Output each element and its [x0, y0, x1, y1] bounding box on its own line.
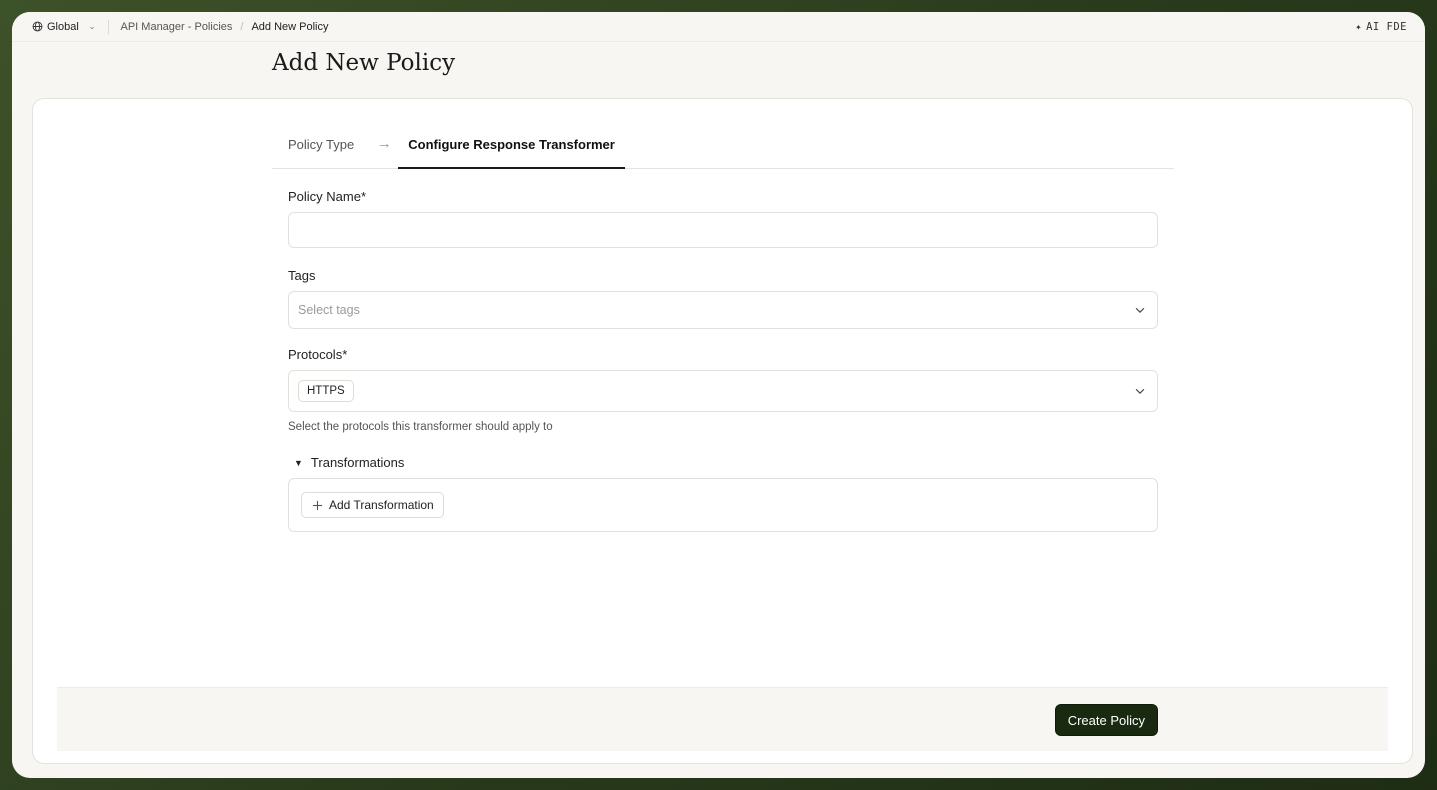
transformations-label: Transformations: [310, 455, 405, 470]
policy-form-card: Policy Type → Configure Response Transfo…: [32, 98, 1413, 764]
breadcrumb-parent[interactable]: API Manager - Policies: [121, 21, 233, 33]
step-tabs: Policy Type → Configure Response Transfo…: [272, 127, 1174, 169]
create-policy-button[interactable]: Create Policy: [1054, 704, 1158, 736]
tags-placeholder: Select tags: [298, 303, 360, 317]
protocol-chip-https[interactable]: HTTPS: [298, 380, 354, 402]
add-transformation-label: Add Transformation: [329, 498, 434, 512]
protocols-hint: Select the protocols this transformer sh…: [288, 421, 553, 433]
breadcrumb-separator: /: [240, 20, 244, 33]
arrow-right-icon: →: [376, 135, 392, 152]
ai-fde-label: AI FDE: [1366, 20, 1407, 33]
tags-select[interactable]: Select tags: [288, 291, 1158, 329]
tab-configure-response-transformer[interactable]: Configure Response Transformer: [398, 127, 625, 169]
globe-icon: [32, 21, 43, 32]
form-footer: Create Policy: [57, 687, 1388, 751]
plus-icon: [312, 500, 323, 510]
transformations-toggle[interactable]: ▼ Transformations: [288, 455, 1158, 470]
chevron-down-icon: [1135, 388, 1145, 395]
scope-selector[interactable]: Global ⌄: [32, 21, 96, 33]
policy-name-input[interactable]: [288, 212, 1158, 248]
top-bar: Global ⌄ API Manager - Policies / Add Ne…: [12, 12, 1425, 42]
app-window: Global ⌄ API Manager - Policies / Add Ne…: [12, 12, 1425, 778]
policy-name-label: Policy Name*: [288, 189, 367, 204]
triangle-down-icon: ▼: [294, 457, 303, 468]
tab-policy-type[interactable]: Policy Type: [272, 127, 370, 169]
policy-form: Policy Name* Tags Select tags Protocols*…: [288, 189, 1158, 532]
add-transformation-button[interactable]: Add Transformation: [301, 492, 444, 518]
ai-fde-button[interactable]: ✦ AI FDE: [1355, 21, 1407, 33]
sparkle-icon: ✦: [1355, 20, 1363, 33]
breadcrumb-current: Add New Policy: [251, 20, 329, 33]
divider: [107, 19, 109, 34]
protocols-label: Protocols*: [288, 347, 348, 362]
scope-label: Global: [47, 20, 79, 33]
chevron-down-icon: [1135, 307, 1145, 314]
protocols-select[interactable]: HTTPS: [288, 370, 1158, 412]
transformations-panel: Add Transformation: [288, 478, 1158, 532]
tags-label: Tags: [288, 268, 316, 283]
chevron-down-icon: ⌄: [88, 22, 96, 31]
page-title: Add New Policy: [272, 50, 456, 76]
